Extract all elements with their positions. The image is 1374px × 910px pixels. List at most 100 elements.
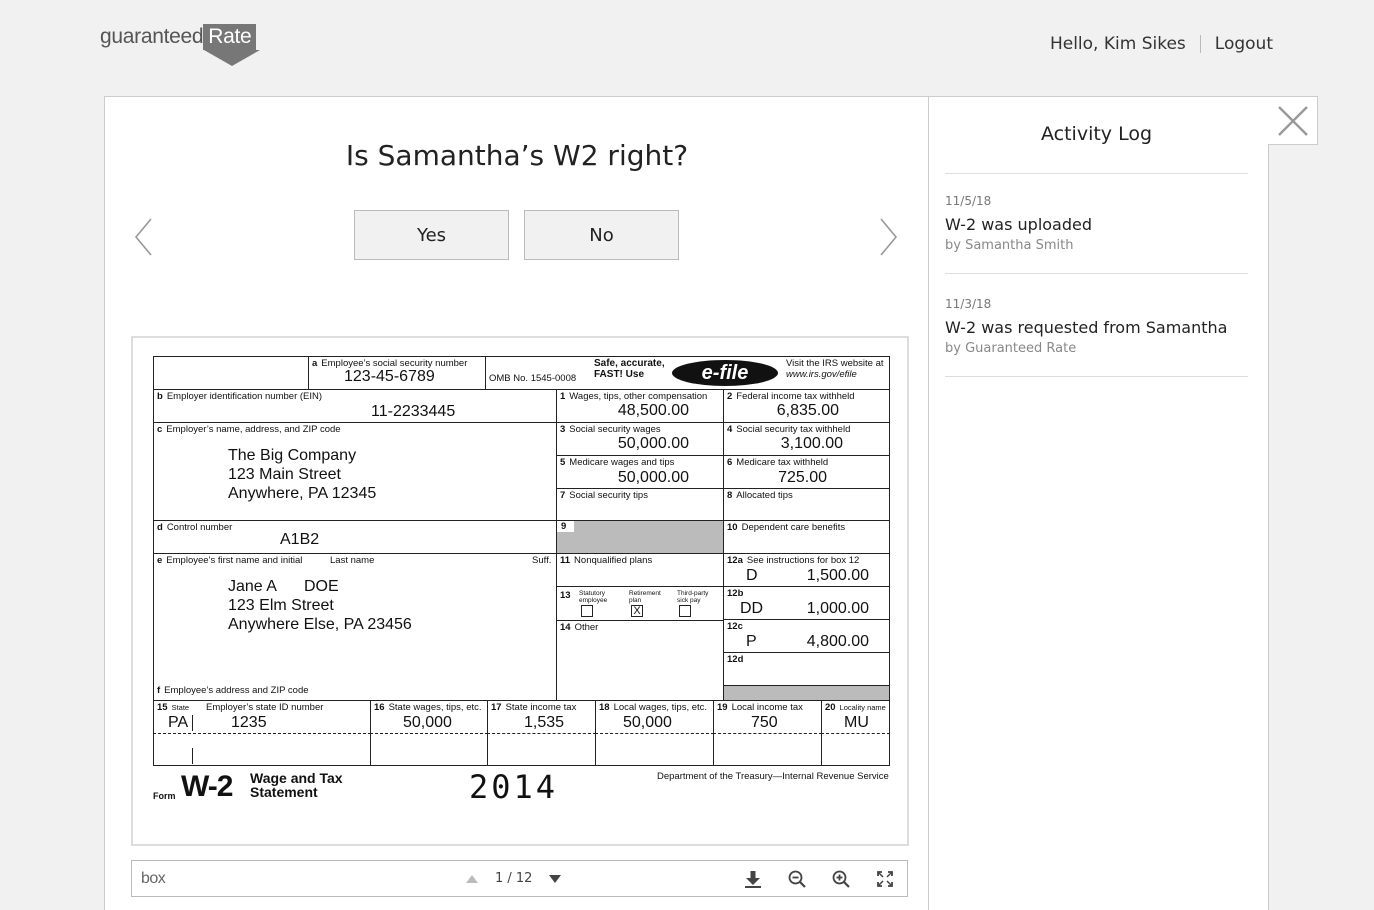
w2-header-box: OMB No. 1545-0008 Safe, accurate, FAST! … (485, 356, 890, 390)
box12a-label: See instructions for box 12 (746, 555, 860, 566)
activity-date: 11/3/18 (945, 297, 992, 311)
zoom-out-icon (788, 870, 806, 888)
box13-statutory-label: Statutory employee (579, 590, 608, 604)
w2-box18: 18 Local wages, tips, etc. 50,000 (595, 700, 714, 734)
employee-first-name: Jane A (228, 578, 277, 595)
box19-label: Local income tax (731, 702, 803, 713)
activity-text: W-2 was uploaded (945, 215, 1093, 234)
w2-box15: 15 State Employer’s state ID number PA 12… (153, 700, 371, 734)
user-greeting: Hello, Kim Sikes (1049, 34, 1186, 54)
employee-street: 123 Elm Street (228, 597, 334, 614)
review-card: Is Samantha’s W2 right? Yes No a Employee… (104, 96, 1269, 910)
w2-box10: 10 Dependent care benefits (723, 520, 890, 554)
no-button[interactable]: No (524, 210, 679, 260)
box8-label: Allocated tips (736, 490, 793, 501)
form-word: Form (153, 791, 176, 801)
control-label: Control number (166, 522, 233, 533)
employer-street: 123 Main Street (228, 466, 341, 483)
activity-author: by Guaranteed Rate (945, 341, 1077, 356)
w2-box12b: 12b DD 1,000.00 (723, 586, 890, 620)
box17-label: State income tax (505, 702, 577, 713)
viewer-tools (731, 861, 907, 896)
w2-box9: 9 (556, 520, 724, 554)
w2-box16: 16 State wages, tips, etc. 50,000 (370, 700, 488, 734)
box12b-code: DD (740, 600, 764, 617)
employee-label: Employee’s first name and initial (166, 555, 303, 566)
close-icon (1277, 105, 1308, 136)
activity-log-title: Activity Log (1040, 123, 1153, 145)
download-button[interactable] (731, 861, 775, 896)
zoom-in-icon (832, 870, 850, 888)
activity-entry: 11/3/18 W-2 was requested from Samantha … (945, 297, 1248, 356)
box19-value: 750 (751, 714, 778, 731)
employer-name: The Big Company (228, 447, 357, 464)
zoom-in-button[interactable] (819, 861, 863, 896)
w2-ssn-box: a Employee’s social security number 123-4… (308, 356, 486, 390)
box6-label: Medicare tax withheld (736, 457, 829, 468)
w2-ein-box: b Employer identification number (EIN) 11… (153, 389, 557, 423)
employer-city: Anywhere, PA 12345 (228, 485, 377, 502)
w2-box20: 20 Locality name MU (821, 700, 890, 734)
box6-value: 725.00 (778, 469, 827, 486)
guaranteed-rate-logo[interactable]: guaranteed Rate (100, 24, 265, 68)
form-title: Wage and Tax Statement (250, 771, 343, 799)
box12a-code: D (746, 567, 758, 584)
form-name: W-2 (181, 770, 233, 803)
retirement-mark: X (633, 605, 641, 617)
next-page-icon[interactable] (548, 874, 562, 884)
statutory-checkbox (581, 605, 593, 617)
close-button[interactable] (1268, 96, 1318, 145)
w2-state-row2-f (821, 733, 890, 766)
chevron-left-icon[interactable] (133, 217, 155, 257)
suff-label: Suff. (532, 555, 552, 566)
employer-label: Employer’s name, address, and ZIP code (166, 424, 341, 435)
document-preview: a Employee’s social security number 123-4… (131, 336, 909, 846)
treasury-department: Department of the Treasury—Internal Reve… (657, 771, 889, 782)
box7-label: Social security tips (569, 490, 648, 501)
ein-label: Employer identification number (EIN) (166, 391, 323, 402)
last-name-label: Last name (330, 555, 375, 566)
safe-text: Safe, accurate, (594, 358, 665, 369)
page-title: Is Samantha’s W2 right? (345, 139, 689, 172)
box15-label: State (171, 703, 190, 712)
w2-state-row2-b (370, 733, 488, 766)
w2-box2: 2 Federal income tax withheld 6,835.00 (723, 389, 890, 423)
box14-label: Other (574, 622, 599, 633)
w2-box11: 11 Nonqualified plans (556, 553, 724, 587)
previous-page-icon[interactable] (465, 874, 479, 884)
user-bar: Hello, Kim Sikes Logout (1050, 34, 1273, 54)
w2-box6: 6 Medicare tax withheld 725.00 (723, 455, 890, 489)
zoom-out-button[interactable] (775, 861, 819, 896)
w2-box12c: 12c P 4,800.00 (723, 619, 890, 653)
w2-state-row2-e (713, 733, 822, 766)
divider (945, 376, 1248, 377)
yes-button[interactable]: Yes (354, 210, 509, 260)
document-review-pane: Is Samantha’s W2 right? Yes No a Employee… (105, 97, 929, 910)
w2-box4: 4 Social security tax withheld 3,100.00 (723, 422, 890, 456)
w2-box3: 3 Social security wages 50,000.00 (556, 422, 724, 456)
box13-retirement-label: Retirement plan (629, 590, 661, 604)
divider (945, 273, 1248, 274)
w2-void-box (153, 356, 309, 390)
box20-label: Locality name (839, 703, 886, 712)
box2-value: 6,835.00 (776, 402, 839, 419)
form-year: 2014 (469, 768, 559, 806)
logo-arrow-icon (204, 50, 260, 66)
irs-visit-text: Visit the IRS website at (786, 358, 884, 369)
fullscreen-button[interactable] (863, 861, 907, 896)
box12c-amount: 4,800.00 (806, 633, 869, 650)
w2-box12d: 12d (723, 652, 890, 686)
download-icon (745, 870, 761, 888)
box1-label: Wages, tips, other compensation (569, 391, 708, 402)
box17-value: 1,535 (524, 714, 565, 731)
w2-box19: 19 Local income tax 750 (713, 700, 822, 734)
box15-id-label: Employer’s state ID number (206, 702, 324, 713)
w2-employee-box: e Employee’s first name and initial Last … (153, 553, 557, 701)
logout-link[interactable]: Logout (1215, 34, 1273, 54)
box2-label: Federal income tax withheld (736, 391, 855, 402)
box12c-code: P (746, 633, 757, 650)
chevron-right-icon[interactable] (877, 217, 899, 257)
activity-text: W-2 was requested from Samantha (945, 318, 1228, 337)
box16-value: 50,000 (403, 714, 452, 731)
w2-employer-box: c Employer’s name, address, and ZIP code … (153, 422, 557, 521)
